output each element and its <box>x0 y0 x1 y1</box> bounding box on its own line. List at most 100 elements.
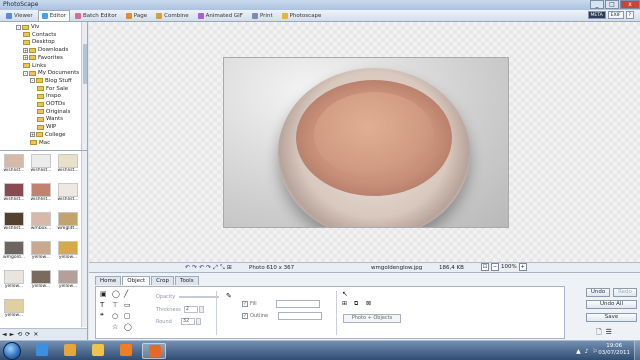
rotate-tool-icon[interactable]: ↶ <box>185 264 190 272</box>
thumbnail[interactable]: yellow... <box>55 269 81 293</box>
quote-icon[interactable]: ❝ <box>100 312 104 320</box>
save-button[interactable]: Save <box>586 313 637 322</box>
select-cursor-icon[interactable]: ↖ <box>342 290 348 298</box>
opacity-slider[interactable] <box>179 296 220 298</box>
clock[interactable]: 19:06 03/07/2011 <box>598 343 630 357</box>
thumbnail[interactable]: yellow... <box>1 298 27 322</box>
thumbnail[interactable]: wmbox... <box>28 211 54 235</box>
ellipse-icon[interactable]: ◯ <box>124 323 132 331</box>
volume-icon[interactable]: ♪ <box>585 348 589 355</box>
rotate-tool-icon[interactable]: ⤡ <box>220 264 225 272</box>
fill-checkbox[interactable]: ✓ <box>242 301 248 307</box>
zoom-fit-icon[interactable]: ⊡ <box>481 263 489 271</box>
text-icon[interactable]: T <box>100 301 104 309</box>
tab-print[interactable]: Print <box>248 10 277 21</box>
copy-object-icon[interactable]: ⧉ <box>354 300 358 308</box>
tab-editor[interactable]: Editor <box>37 10 70 21</box>
editor-canvas[interactable] <box>89 22 640 262</box>
zoom-out-icon[interactable]: − <box>491 263 499 271</box>
eyedropper-icon[interactable]: ✎ <box>226 292 232 300</box>
redo-button[interactable]: Redo <box>613 288 637 297</box>
tree-expander-icon[interactable]: + <box>30 132 35 138</box>
thumbnail[interactable]: wishlist... <box>55 153 81 177</box>
thumbnail-scrollbar[interactable] <box>81 151 87 327</box>
outline-checkbox[interactable]: ✓ <box>242 313 248 319</box>
star-icon[interactable]: ☆ <box>112 323 118 331</box>
tab-batch-editor[interactable]: Batch Editor <box>71 10 121 21</box>
tab-combine[interactable]: Combine <box>152 10 192 21</box>
tree-expander-icon[interactable]: - <box>30 78 35 84</box>
thickness-spinner[interactable] <box>198 306 204 313</box>
open-file-icon[interactable]: 🗋 <box>596 328 602 339</box>
thumb-tool-icon[interactable]: ⟲ <box>17 331 22 338</box>
folder-tree-scrollbar[interactable] <box>81 22 87 150</box>
undo-button[interactable]: Undo <box>586 288 610 297</box>
circle-icon[interactable]: ○ <box>112 312 118 320</box>
close-button[interactable]: x <box>620 0 640 9</box>
panel-tab-home[interactable]: Home <box>95 276 122 285</box>
rotate-tool-icon[interactable]: ↷ <box>206 264 211 272</box>
internet-explorer-icon[interactable] <box>30 343 54 359</box>
flag-icon[interactable]: ⚐ <box>593 348 598 355</box>
meta-button[interactable]: META <box>587 11 606 19</box>
rounded-rect-icon[interactable]: ▢ <box>124 312 131 320</box>
align-icon[interactable]: ⊞ <box>342 300 347 307</box>
thumb-tool-icon[interactable]: ⟳ <box>25 331 30 338</box>
tab-page[interactable]: Page <box>122 10 151 21</box>
thumbnail[interactable]: wishlist... <box>1 182 27 206</box>
symbol-icon[interactable]: ⊤ <box>112 301 118 309</box>
thickness-input[interactable]: 2 <box>183 306 198 313</box>
photo-preview[interactable] <box>223 57 509 228</box>
thumbnail[interactable]: wishlist... <box>1 211 27 235</box>
show-desktop-button[interactable] <box>634 341 640 360</box>
balloon-icon[interactable]: ◯ <box>112 290 120 298</box>
help-button[interactable]: ? <box>625 11 634 19</box>
rectangle-icon[interactable]: ▭ <box>124 301 131 309</box>
thumbnail[interactable]: wishlist... <box>28 153 54 177</box>
scrollbar-thumb[interactable] <box>83 44 87 84</box>
thumbnail[interactable]: wishlist... <box>1 153 27 177</box>
exif-button[interactable]: EXIF <box>607 11 624 19</box>
minimize-button[interactable]: _ <box>590 0 604 9</box>
start-button[interactable] <box>3 342 21 360</box>
maximize-button[interactable]: □ <box>605 0 619 9</box>
photo-objects-button[interactable]: Photo + Objects <box>343 314 401 323</box>
thumb-tool-icon[interactable]: ◄ <box>2 331 7 338</box>
thumbnail[interactable]: yellow... <box>28 240 54 264</box>
thumbnail[interactable]: yellow... <box>55 240 81 264</box>
thumbnail[interactable]: wmglitt... <box>55 211 81 235</box>
thumbnail[interactable]: wishlist... <box>28 182 54 206</box>
thumbnail[interactable]: wmgold... <box>1 240 27 264</box>
rotate-tool-icon[interactable]: ↶ <box>199 264 204 272</box>
media-player-icon[interactable] <box>114 343 138 359</box>
thumbnail[interactable]: yellow... <box>1 269 27 293</box>
photo-object-icon[interactable]: ▣ <box>100 290 107 298</box>
zoom-in-icon[interactable]: + <box>518 263 527 271</box>
photoscape-taskbar-icon[interactable] <box>58 343 82 359</box>
line-icon[interactable]: ╱ <box>124 290 128 298</box>
undo-all-button[interactable]: Undo All <box>586 300 637 309</box>
rotate-tool-icon[interactable]: ⤢ <box>213 264 218 272</box>
outline-color-dropdown[interactable] <box>278 312 323 320</box>
tree-expander-icon[interactable]: - <box>23 70 28 76</box>
rotate-tool-icon[interactable]: ⊞ <box>227 264 232 272</box>
tab-animated-gif[interactable]: Animated GIF <box>194 10 247 21</box>
thumb-tool-icon[interactable]: ✕ <box>33 331 38 338</box>
round-input[interactable]: 32 <box>180 318 195 325</box>
tree-item[interactable]: Mac <box>30 139 50 147</box>
thumbnail[interactable]: wishlist... <box>55 182 81 206</box>
tree-expander-icon[interactable]: + <box>23 55 28 61</box>
round-spinner[interactable] <box>195 318 201 325</box>
panel-tab-object[interactable]: Object <box>122 276 151 285</box>
tree-expander-icon[interactable]: + <box>23 47 28 53</box>
rotate-tool-icon[interactable]: ↷ <box>192 264 197 272</box>
panel-tab-crop[interactable]: Crop <box>151 276 175 285</box>
firefox-icon[interactable] <box>142 343 166 359</box>
windows-explorer-icon[interactable] <box>86 343 110 359</box>
tab-photoscape[interactable]: Photoscape <box>278 10 326 21</box>
thumb-tool-icon[interactable]: ► <box>10 331 15 338</box>
panel-tab-tools[interactable]: Tools <box>175 276 199 285</box>
delete-object-icon[interactable]: ⊠ <box>366 300 371 307</box>
tray-expand-icon[interactable]: ▲ <box>576 348 581 355</box>
fill-color-dropdown[interactable] <box>275 300 320 308</box>
